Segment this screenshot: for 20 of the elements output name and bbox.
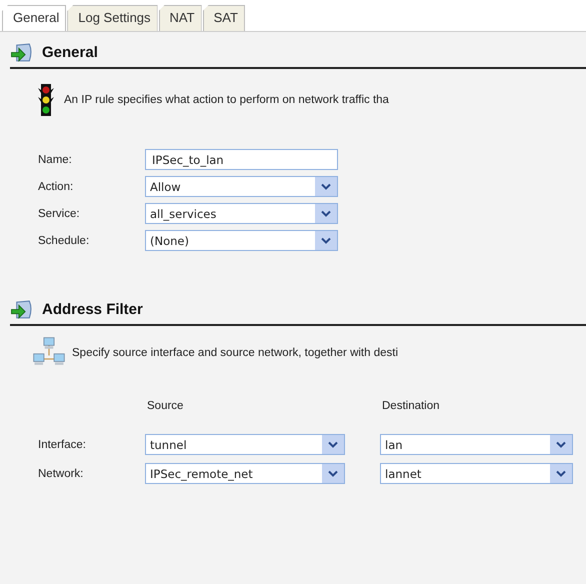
field-label: Service: [38,208,81,220]
section-arrow-icon [10,299,34,320]
tab[interactable]: General [2,5,66,31]
field-label: Action: [38,180,74,192]
column-header: Source [146,400,184,414]
field-label: Interface: [38,438,87,450]
description-text: Specify source interface and source network, together with desti [72,347,398,359]
section-title: General [42,44,98,61]
traffic-light-icon [38,81,54,119]
section-arrow-icon [10,42,34,63]
tab[interactable]: Log Settings [67,5,158,31]
tab[interactable]: NAT [158,5,202,31]
name-field[interactable]: IPSec_to_lan [145,149,338,170]
description-text: An IP rule specifies what action to perform on network traffic tha [64,94,389,106]
field-label: Name: [38,154,73,166]
field-label: Network: [38,468,84,480]
section-title: Address Filter [42,301,143,318]
tab[interactable]: SAT [202,5,245,31]
column-header: Destination [381,400,441,414]
field-label: Schedule: [38,234,90,246]
